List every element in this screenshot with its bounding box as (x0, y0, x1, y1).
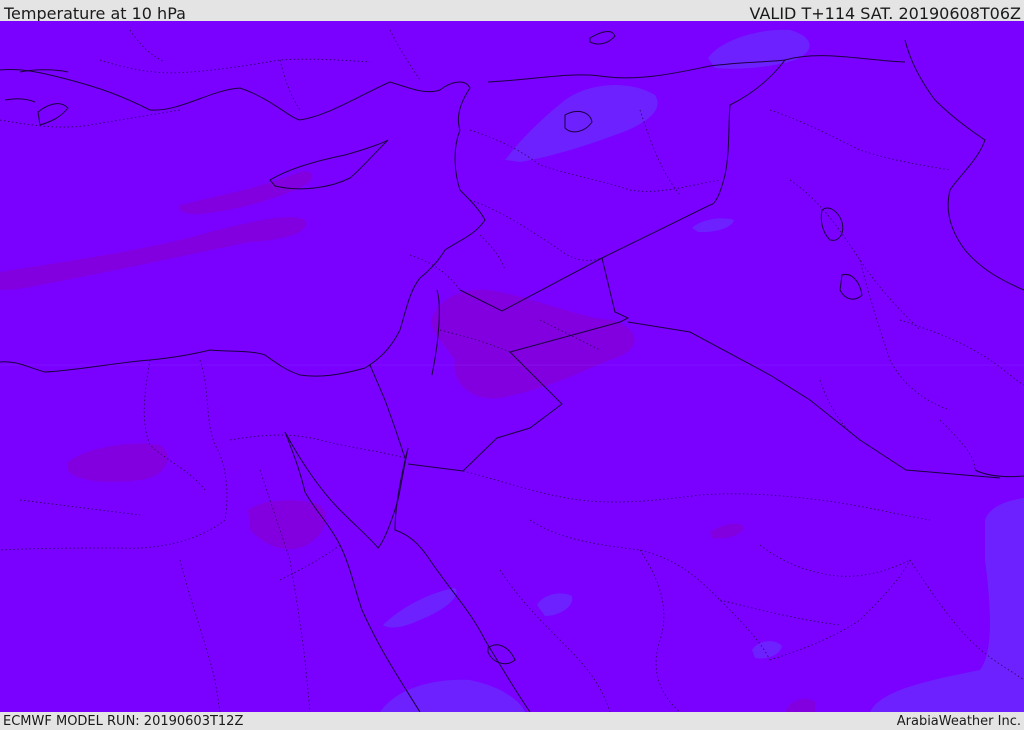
header-bar: Temperature at 10 hPa VALID T+114 SAT. 2… (0, 0, 1024, 23)
map-canvas (0, 21, 1024, 712)
footer-bar: ECMWF MODEL RUN: 20190603T12Z ArabiaWeat… (0, 712, 1024, 729)
weather-map[interactable] (0, 21, 1024, 712)
model-run: ECMWF MODEL RUN: 20190603T12Z (3, 714, 244, 729)
brand-credit: ArabiaWeather Inc. (896, 714, 1021, 729)
